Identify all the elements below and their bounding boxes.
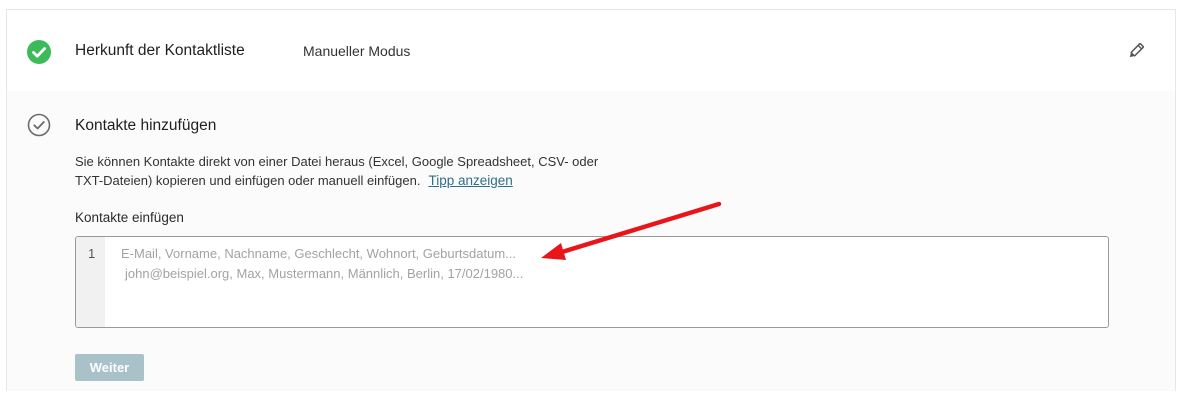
editor-gutter: 1 (76, 237, 105, 327)
check-circle-outline-icon (27, 113, 51, 137)
editor-placeholder-line2: john@beispiel.org, Max, Mustermann, Männ… (125, 266, 524, 281)
line-number: 1 (88, 246, 96, 261)
step2-title: Kontakte hinzufügen (75, 117, 217, 134)
description-line2: TXT-Dateien) kopieren und einfügen oder … (75, 173, 421, 188)
step-add-contacts: Kontakte hinzufügen Sie können Kontakte … (7, 91, 1175, 391)
step1-title: Herkunft der Kontaktliste (75, 42, 245, 59)
step1-value: Manueller Modus (303, 43, 411, 59)
pencil-icon[interactable] (1125, 40, 1147, 62)
contacts-field-label: Kontakte einfügen (75, 210, 184, 225)
description-line1: Sie können Kontakte direkt von einer Dat… (75, 154, 599, 169)
editor-placeholder-line1: E-Mail, Vorname, Nachname, Geschlecht, W… (121, 246, 516, 261)
step2-description: Sie können Kontakte direkt von einer Dat… (75, 152, 635, 190)
step-contact-source: Herkunft der Kontaktliste Manueller Modu… (7, 10, 1175, 92)
contact-import-panel: Herkunft der Kontaktliste Manueller Modu… (6, 9, 1176, 391)
check-circle-filled-icon (27, 40, 51, 64)
next-button[interactable]: Weiter (75, 354, 144, 381)
tip-link[interactable]: Tipp anzeigen (428, 173, 512, 188)
contacts-paste-editor[interactable]: 1 E-Mail, Vorname, Nachname, Geschlecht,… (75, 236, 1109, 328)
